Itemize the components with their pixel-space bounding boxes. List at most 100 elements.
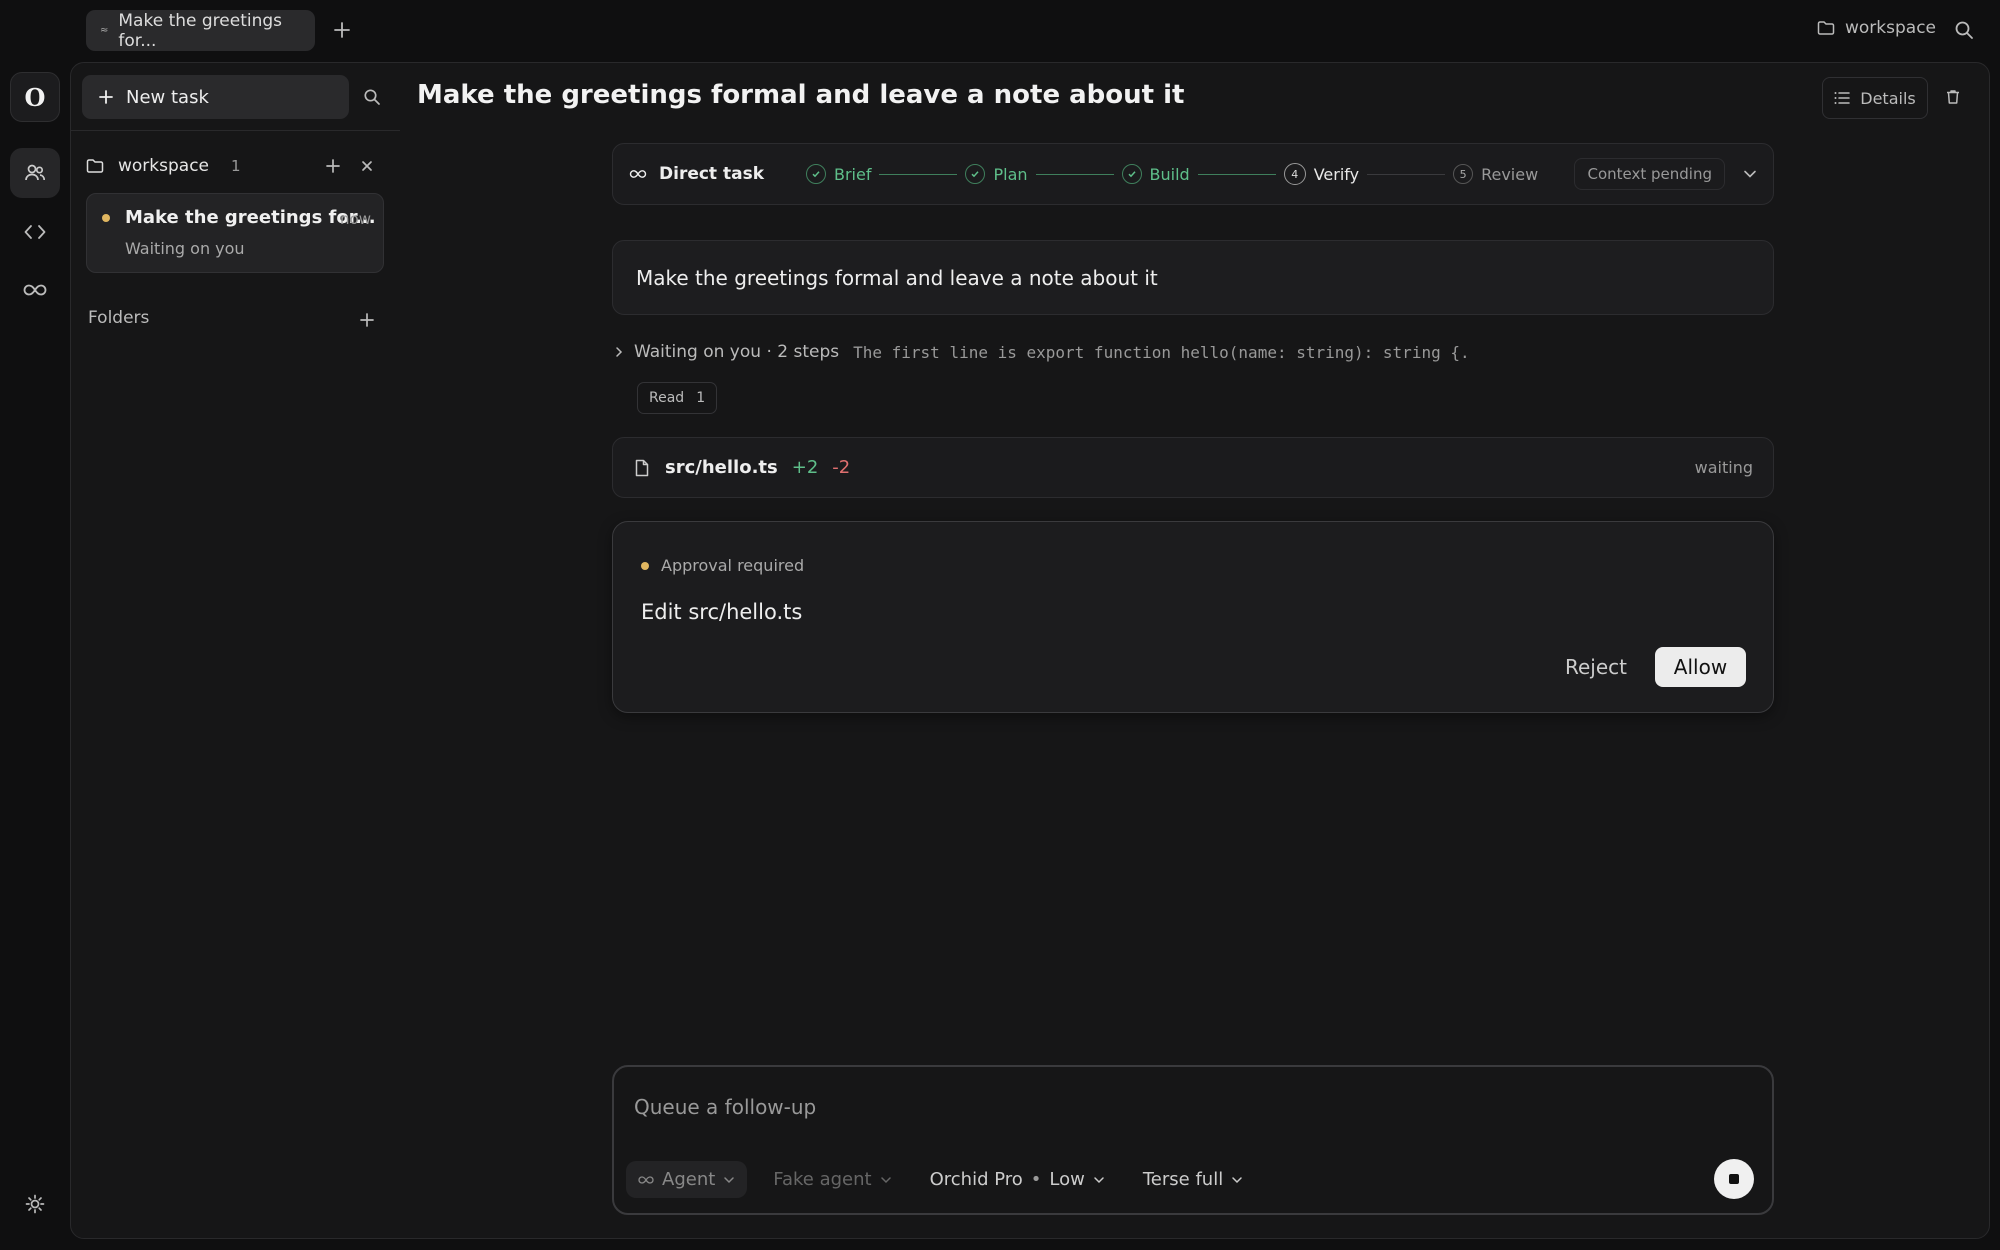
infinity-icon — [23, 284, 47, 296]
new-task-label: New task — [126, 86, 209, 108]
allow-label: Allow — [1673, 655, 1728, 679]
file-change-row[interactable]: src/hello.ts +2 -2 waiting — [612, 437, 1774, 498]
chevron-down-icon — [1744, 170, 1756, 178]
tab-task[interactable]: ≈ Make the greetings for... — [86, 10, 315, 51]
task-list-item[interactable]: Make the greetings for... now Waiting on… — [86, 193, 384, 273]
plus-icon — [326, 159, 340, 173]
rail-tasks[interactable] — [10, 148, 60, 198]
mode-select[interactable]: Terse full — [1131, 1161, 1255, 1198]
activity-summary[interactable]: Waiting on you · 2 steps The first line … — [614, 342, 1470, 362]
step-review[interactable]: 5 Review — [1453, 164, 1538, 184]
workspace-switcher[interactable]: workspace — [1817, 18, 1936, 38]
pending-dot — [641, 561, 649, 570]
sun-icon — [25, 1194, 45, 1214]
sidebar-search-button[interactable] — [360, 85, 384, 109]
tab-label: Make the greetings for... — [118, 10, 283, 51]
user-message: Make the greetings formal and leave a no… — [612, 240, 1774, 315]
add-folder-button[interactable] — [354, 307, 380, 333]
fake-agent-label: Fake agent — [773, 1169, 872, 1190]
file-icon — [635, 459, 649, 476]
step-build[interactable]: Build — [1121, 164, 1190, 184]
step-plan[interactable]: Plan — [965, 164, 1028, 184]
model-label: Orchid Pro — [929, 1169, 1023, 1190]
context-pending-badge[interactable]: Context pending — [1574, 158, 1725, 190]
direct-task-label: Direct task — [629, 164, 764, 184]
stop-icon — [1729, 1174, 1739, 1184]
check-icon — [965, 164, 986, 184]
approval-card: Approval required Edit src/hello.ts — [612, 521, 1774, 713]
composer[interactable]: Queue a follow-up Agent Fake agent Orchi… — [612, 1065, 1774, 1215]
model-select[interactable]: Orchid Pro • Low — [918, 1161, 1117, 1198]
step-connector — [1035, 173, 1114, 175]
details-button[interactable]: Details — [1822, 77, 1928, 119]
infinity-icon — [629, 170, 647, 178]
read-label: Read — [649, 390, 685, 406]
chevron-right-icon — [616, 347, 623, 357]
step-brief[interactable]: Brief — [806, 164, 871, 184]
activity-summary-text: Waiting on you · 2 steps — [634, 342, 840, 362]
fake-agent-select[interactable]: Fake agent — [761, 1161, 903, 1198]
file-name: src/hello.ts — [665, 457, 778, 478]
rail-loops[interactable] — [10, 265, 60, 315]
approval-header-text: Approval required — [661, 556, 805, 575]
workspace-label: workspace — [1844, 18, 1936, 38]
search-icon — [1955, 21, 1973, 39]
folder-icon — [1817, 21, 1835, 35]
close-icon — [362, 161, 372, 171]
task-status: Waiting on you — [125, 239, 245, 258]
plus-icon — [360, 313, 374, 327]
activity-detail: The first line is export function hello(… — [853, 342, 1470, 362]
search-icon — [364, 89, 380, 105]
workspace-count: 1 — [231, 157, 241, 175]
followup-input[interactable]: Queue a follow-up — [634, 1095, 816, 1119]
message-text: Make the greetings formal and leave a no… — [636, 265, 1158, 290]
task-time: now — [340, 210, 371, 228]
task-stepper: Direct task Brief Plan Build 4 Verify 5 … — [612, 143, 1774, 205]
step-connector — [1367, 173, 1446, 175]
stop-button[interactable] — [1714, 1159, 1754, 1199]
task-title: Make the greetings for... — [125, 207, 376, 228]
add-to-workspace-button[interactable] — [320, 153, 346, 179]
approval-action: Edit src/hello.ts — [641, 600, 803, 624]
chevron-down-icon — [1232, 1176, 1242, 1183]
read-chip[interactable]: Read 1 — [637, 382, 718, 414]
step-verify[interactable]: 4 Verify — [1283, 163, 1360, 185]
folder-icon — [86, 159, 104, 173]
chevron-down-icon — [1094, 1176, 1104, 1183]
details-label: Details — [1860, 88, 1916, 108]
step-number: 5 — [1453, 164, 1474, 184]
step-label: Brief — [834, 164, 872, 184]
close-workspace-button[interactable] — [354, 153, 380, 179]
infinity-icon — [638, 1175, 654, 1184]
agent-label: Agent — [662, 1169, 716, 1190]
folders-heading: Folders — [88, 308, 150, 328]
step-label: Review — [1481, 164, 1539, 184]
theme-toggle[interactable] — [10, 1179, 60, 1229]
separator-dot: • — [1030, 1169, 1042, 1190]
step-label: Verify — [1313, 164, 1360, 184]
approval-header: Approval required — [641, 556, 804, 575]
trash-icon — [1947, 90, 1959, 104]
rail-code[interactable] — [10, 207, 60, 257]
agent-select[interactable]: Agent — [626, 1161, 748, 1198]
delete-button[interactable] — [1941, 85, 1965, 109]
allow-button[interactable]: Allow — [1655, 647, 1746, 687]
new-tab-button[interactable] — [330, 18, 354, 42]
chevron-down-icon — [880, 1176, 891, 1183]
step-number: 4 — [1283, 163, 1306, 185]
code-icon — [24, 225, 46, 239]
search-button[interactable] — [1952, 18, 1976, 42]
reject-button[interactable]: Reject — [1565, 655, 1627, 679]
direct-task-text: Direct task — [659, 164, 764, 184]
check-icon — [806, 164, 826, 184]
app-logo[interactable]: O — [10, 72, 60, 122]
sidebar-divider — [70, 130, 400, 131]
workspace-name: workspace — [118, 156, 210, 176]
effort-label: Low — [1049, 1169, 1085, 1190]
new-task-button[interactable]: New task — [82, 75, 349, 119]
read-count: 1 — [696, 390, 706, 406]
step-label: Build — [1149, 164, 1190, 184]
step-label: Plan — [993, 164, 1028, 184]
users-icon — [25, 164, 46, 181]
list-icon — [1834, 92, 1851, 104]
